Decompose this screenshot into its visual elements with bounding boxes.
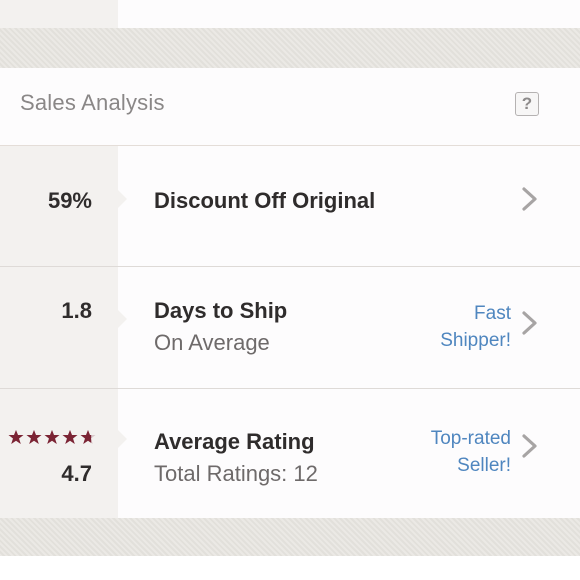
chevron-right-icon[interactable] [520, 186, 540, 212]
metric-notch [118, 310, 127, 328]
badge-line-1: Fast [474, 303, 511, 324]
star-icon [8, 430, 24, 444]
metric-cell [0, 389, 118, 518]
days-to-ship-subtitle: On Average [154, 330, 270, 355]
star-icon [80, 430, 96, 444]
metric-notch [118, 190, 127, 208]
badge-line-1: Top-rated [430, 428, 511, 449]
metric-cell [0, 267, 118, 388]
days-to-ship-title: Days to Ship [154, 298, 288, 323]
average-rating-value: 4.7 [61, 461, 92, 486]
chevron-right-icon[interactable] [520, 433, 540, 459]
bottom-strip [0, 556, 580, 580]
discount-value: 59% [47, 188, 92, 213]
days-to-ship-row[interactable]: 1.8 Days to Ship On Average Fast Shipper… [0, 267, 580, 389]
metric-notch [118, 430, 127, 448]
question-mark-icon: ? [521, 94, 533, 113]
star-icon [26, 430, 42, 444]
top-strip-right [118, 0, 580, 28]
star-rating [8, 429, 100, 445]
badge-line-2: Seller! [457, 455, 511, 476]
section-title: Sales Analysis [20, 90, 165, 115]
star-icon [62, 430, 78, 444]
average-rating-title: Average Rating [154, 429, 315, 454]
average-rating-row[interactable]: 4.7 Average Rating Total Ratings: 12 Top… [0, 389, 580, 518]
bottom-band [0, 518, 580, 556]
help-button[interactable]: ? [515, 92, 539, 116]
sales-analysis-card: Sales Analysis ? 59% Discount Off Origin… [0, 68, 580, 518]
days-to-ship-value: 1.8 [61, 298, 92, 323]
top-strip [0, 0, 580, 28]
top-band [0, 28, 580, 68]
fast-shipper-badge: Fast Shipper! [440, 300, 511, 354]
total-ratings-subtitle: Total Ratings: 12 [154, 461, 318, 486]
star-icon [44, 430, 60, 444]
badge-line-2: Shipper! [440, 330, 511, 351]
top-strip-left [0, 0, 118, 28]
discount-row[interactable]: 59% Discount Off Original [0, 146, 580, 267]
chevron-right-icon[interactable] [520, 310, 540, 336]
card-header: Sales Analysis ? [0, 68, 580, 146]
top-rated-badge: Top-rated Seller! [431, 425, 511, 479]
discount-title: Discount Off Original [154, 188, 376, 213]
